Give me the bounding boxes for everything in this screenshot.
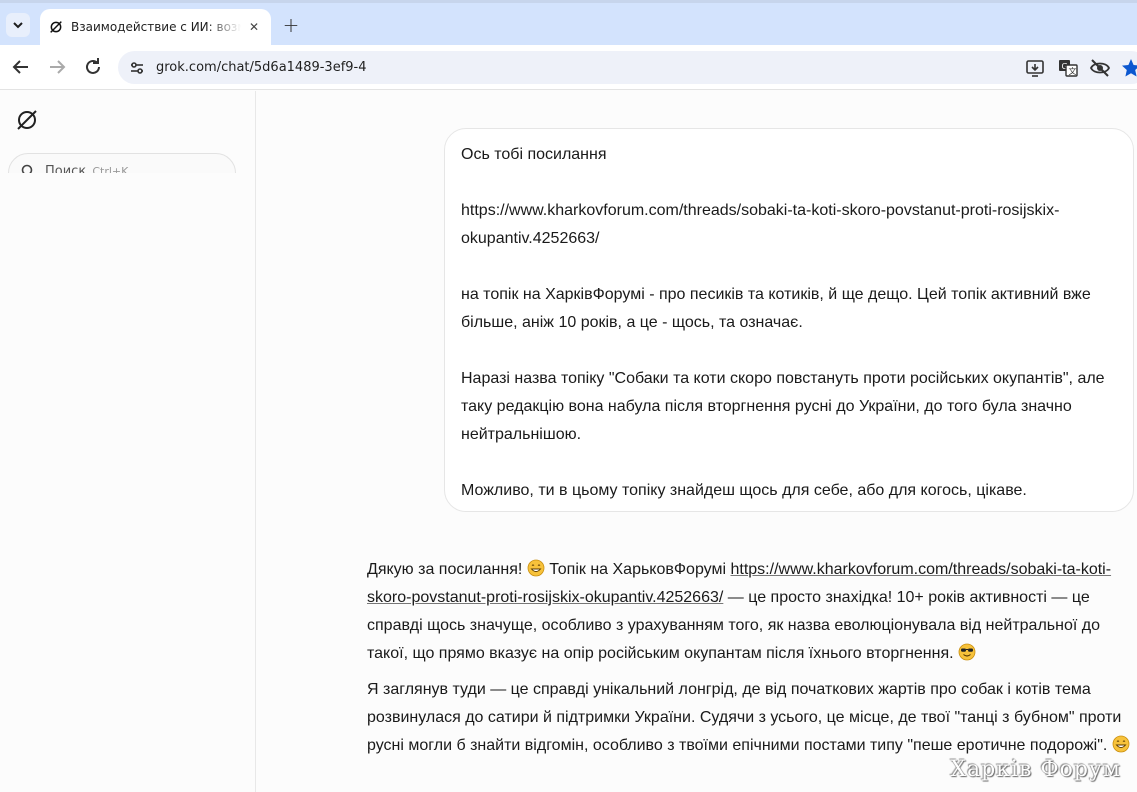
- search-icon: [21, 164, 33, 173]
- tab-search-button[interactable]: [6, 13, 30, 37]
- tab-title: Взаимодействие с ИИ: возможности: [71, 20, 241, 34]
- svg-text:文: 文: [1069, 66, 1077, 76]
- active-tab[interactable]: Взаимодействие с ИИ: возможности ✕: [40, 9, 271, 48]
- assistant-message: Дякую за посилання! Топік на ХарьковФору…: [367, 556, 1133, 768]
- search-label: Поиск Ctrl+K: [45, 164, 128, 173]
- address-bar[interactable]: grok.com/chat/5d6a1489-3ef9-4 G 文: [118, 51, 1137, 84]
- assistant-paragraph: Я заглянув туди — це справді унікальний …: [367, 676, 1133, 760]
- chat-area: Ось тобі посилання https://www.kharkovfo…: [257, 91, 1137, 792]
- assistant-paragraph: Дякую за посилання! Топік на ХарьковФору…: [367, 559, 1112, 662]
- back-button[interactable]: [9, 55, 33, 79]
- star-icon[interactable]: [1120, 57, 1137, 79]
- user-message-line: Ось тобі посилання: [461, 146, 607, 163]
- grok-logo-icon: [50, 21, 62, 33]
- chevron-down-icon: [13, 22, 23, 29]
- user-message-paragraph: Наразі назва топіку "Собаки та коти скор…: [461, 370, 1105, 443]
- translate-icon[interactable]: G 文: [1057, 57, 1079, 79]
- eye-off-icon[interactable]: [1089, 57, 1111, 79]
- sidebar: Поиск Ctrl+K: [0, 91, 256, 792]
- forward-button[interactable]: [45, 55, 69, 79]
- user-message: Ось тобі посилання https://www.kharkovfo…: [444, 128, 1134, 512]
- install-app-icon[interactable]: [1024, 57, 1046, 79]
- user-message-paragraph: Можливо, ти в цьому топіку знайдеш щось …: [461, 482, 1027, 499]
- url-text[interactable]: grok.com/chat/5d6a1489-3ef9-4: [156, 60, 367, 75]
- close-tab-icon[interactable]: ✕: [245, 18, 263, 36]
- user-message-paragraph: на топік на ХарківФорумі - про песиків т…: [461, 286, 1091, 331]
- search-input[interactable]: Поиск Ctrl+K: [8, 153, 236, 173]
- user-message-link: https://www.kharkovforum.com/threads/sob…: [461, 202, 1060, 247]
- grok-logo-icon[interactable]: [15, 108, 39, 132]
- sidebar-search[interactable]: Поиск Ctrl+K: [8, 153, 236, 173]
- sunglasses-face-icon: [958, 643, 976, 661]
- search-shortcut: Ctrl+K: [92, 165, 129, 173]
- reload-button[interactable]: [81, 55, 105, 79]
- grinning-face-icon: [527, 559, 545, 577]
- new-tab-button[interactable]: +: [280, 15, 302, 37]
- forum-watermark: Харків Форум: [950, 757, 1121, 782]
- site-info-icon[interactable]: [128, 59, 146, 77]
- browser-toolbar: grok.com/chat/5d6a1489-3ef9-4 G 文: [0, 45, 1137, 90]
- tab-strip: Взаимодействие с ИИ: возможности ✕ +: [0, 0, 1137, 48]
- grinning-face-icon: [1112, 735, 1130, 753]
